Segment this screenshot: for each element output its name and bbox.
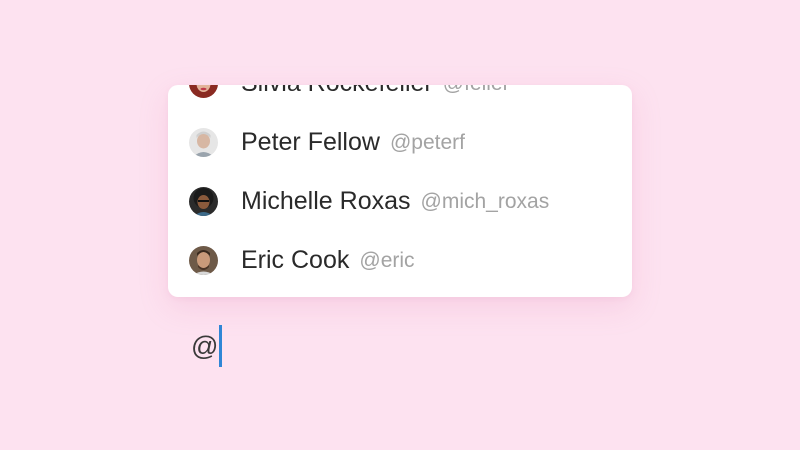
mention-name: Peter Fellow	[241, 128, 380, 156]
input-text: @	[191, 330, 219, 361]
mention-item-peter[interactable]: Peter Fellow @peterf	[168, 113, 632, 172]
text-cursor	[219, 325, 223, 367]
avatar	[189, 187, 218, 216]
mention-item-michelle[interactable]: Michelle Roxas @mich_roxas	[168, 172, 632, 231]
message-input[interactable]: @	[191, 325, 223, 367]
mention-handle: @eric	[359, 248, 415, 272]
mention-handle: @peterf	[389, 130, 465, 154]
mention-item-eric[interactable]: Eric Cook @eric	[168, 231, 632, 290]
mention-handle: @feller	[443, 85, 510, 96]
mention-name: Michelle Roxas	[241, 187, 411, 215]
mention-handle: @mich_roxas	[420, 189, 550, 213]
mention-name: Silvia Rockefeller	[241, 85, 433, 98]
mention-item-silvia[interactable]: Silvia Rockefeller @feller	[168, 85, 632, 113]
avatar	[189, 85, 218, 98]
mention-suggestions-list: Silvia Rockefeller @feller Peter Fellow …	[168, 85, 632, 290]
avatar	[189, 128, 218, 157]
mention-name: Eric Cook	[241, 246, 350, 274]
avatar	[189, 246, 218, 275]
mention-suggestions-dropdown: Silvia Rockefeller @feller Peter Fellow …	[168, 85, 632, 297]
